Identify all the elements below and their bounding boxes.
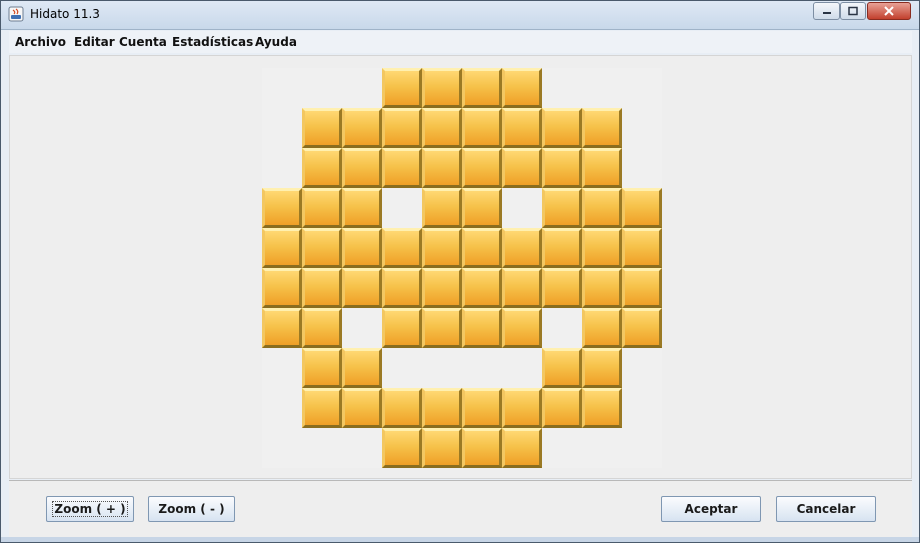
board-cell[interactable]	[382, 68, 422, 108]
title-bar[interactable]: Hidato 11.3	[1, 1, 919, 30]
board-cell[interactable]	[422, 268, 462, 308]
maximize-icon	[848, 6, 858, 16]
board-cell[interactable]	[342, 108, 382, 148]
zoom-in-label: Zoom ( + )	[52, 501, 128, 517]
hidato-board	[262, 68, 662, 468]
board-cell[interactable]	[302, 148, 342, 188]
board-cell[interactable]	[622, 308, 662, 348]
board-cell[interactable]	[462, 68, 502, 108]
button-bar: Zoom ( + ) Zoom ( - ) Aceptar Cancelar	[9, 481, 912, 537]
board-cell[interactable]	[582, 188, 622, 228]
board-cell[interactable]	[342, 268, 382, 308]
board-cell[interactable]	[622, 228, 662, 268]
menu-bar: Archivo Editar Cuenta Estadísticas Ayuda	[9, 31, 912, 53]
board-cell[interactable]	[422, 148, 462, 188]
board-cell[interactable]	[342, 148, 382, 188]
board-cell[interactable]	[422, 308, 462, 348]
board-cell[interactable]	[382, 228, 422, 268]
board-cell[interactable]	[342, 188, 382, 228]
minimize-icon	[822, 12, 831, 14]
board-cell[interactable]	[582, 148, 622, 188]
board-cell[interactable]	[262, 268, 302, 308]
board-cell[interactable]	[582, 268, 622, 308]
board-cell[interactable]	[542, 188, 582, 228]
board-cell[interactable]	[382, 108, 422, 148]
board-cell[interactable]	[502, 308, 542, 348]
board-cell[interactable]	[502, 148, 542, 188]
board-cell[interactable]	[422, 68, 462, 108]
board-cell[interactable]	[542, 268, 582, 308]
board-cell[interactable]	[342, 388, 382, 428]
board-cell[interactable]	[342, 348, 382, 388]
java-app-icon	[8, 6, 24, 22]
window-frame-bottom	[1, 537, 919, 542]
board-cell[interactable]	[502, 228, 542, 268]
board-cell[interactable]	[622, 268, 662, 308]
zoom-out-button[interactable]: Zoom ( - )	[148, 496, 235, 522]
minimize-button[interactable]	[813, 2, 840, 20]
board-cell[interactable]	[462, 268, 502, 308]
board-cell[interactable]	[462, 428, 502, 468]
board-cell[interactable]	[302, 108, 342, 148]
board-cell[interactable]	[542, 148, 582, 188]
board-cell[interactable]	[262, 228, 302, 268]
board-cell[interactable]	[382, 428, 422, 468]
window-title: Hidato 11.3	[30, 7, 100, 21]
board-cell[interactable]	[462, 188, 502, 228]
board-cell[interactable]	[542, 388, 582, 428]
menu-ayuda[interactable]: Ayuda	[255, 35, 297, 49]
board-cell[interactable]	[382, 308, 422, 348]
board-cell[interactable]	[382, 388, 422, 428]
board-cell[interactable]	[502, 388, 542, 428]
maximize-button[interactable]	[840, 2, 866, 20]
board-cell[interactable]	[542, 348, 582, 388]
zoom-in-button[interactable]: Zoom ( + )	[46, 496, 134, 522]
board-cell[interactable]	[582, 108, 622, 148]
board-cell[interactable]	[462, 308, 502, 348]
board-cell[interactable]	[502, 68, 542, 108]
board-cell[interactable]	[262, 308, 302, 348]
menu-editar[interactable]: Editar	[74, 35, 115, 49]
board-cell[interactable]	[542, 108, 582, 148]
board-cell[interactable]	[502, 268, 542, 308]
board-cell[interactable]	[302, 268, 342, 308]
board-cell[interactable]	[302, 188, 342, 228]
puzzle-panel	[9, 55, 912, 479]
board-cell[interactable]	[422, 388, 462, 428]
board-cell[interactable]	[382, 148, 422, 188]
board-cell[interactable]	[582, 388, 622, 428]
board-cell[interactable]	[262, 188, 302, 228]
board-cell[interactable]	[422, 108, 462, 148]
board-cell[interactable]	[462, 228, 502, 268]
close-icon	[884, 6, 894, 16]
board-cell[interactable]	[342, 228, 382, 268]
app-window: Hidato 11.3 Archivo Editar Cuenta Estadí…	[0, 0, 920, 543]
board-cell[interactable]	[302, 388, 342, 428]
board-cell[interactable]	[582, 308, 622, 348]
board-cell[interactable]	[622, 188, 662, 228]
board-cell[interactable]	[382, 268, 422, 308]
board-cell[interactable]	[422, 428, 462, 468]
menu-archivo[interactable]: Archivo	[15, 35, 66, 49]
board-cell[interactable]	[302, 308, 342, 348]
board-cell[interactable]	[462, 148, 502, 188]
board-cell[interactable]	[422, 188, 462, 228]
board-cell[interactable]	[502, 428, 542, 468]
board-cell[interactable]	[302, 348, 342, 388]
accept-button[interactable]: Aceptar	[661, 496, 761, 522]
close-button[interactable]	[867, 2, 911, 20]
board-cell[interactable]	[582, 228, 622, 268]
menu-cuenta[interactable]: Cuenta	[119, 35, 167, 49]
board-cell[interactable]	[542, 228, 582, 268]
menu-estadisticas[interactable]: Estadísticas	[172, 35, 253, 49]
board-cell[interactable]	[462, 388, 502, 428]
cancel-button[interactable]: Cancelar	[776, 496, 876, 522]
board-cell[interactable]	[582, 348, 622, 388]
board-cell[interactable]	[422, 228, 462, 268]
board-cell[interactable]	[302, 228, 342, 268]
board-cell[interactable]	[462, 108, 502, 148]
board-cell[interactable]	[502, 108, 542, 148]
